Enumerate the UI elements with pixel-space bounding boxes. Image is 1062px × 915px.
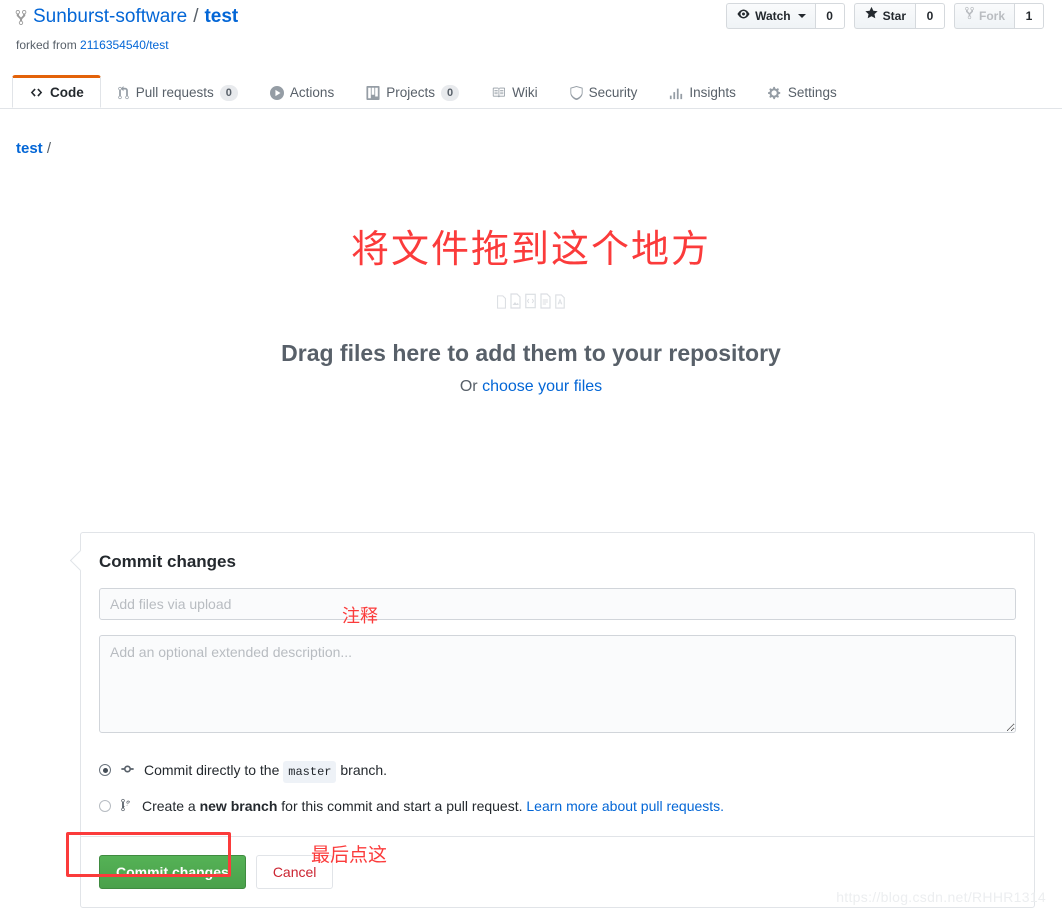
- learn-more-pull-requests-link[interactable]: Learn more about pull requests.: [526, 798, 724, 814]
- commit-branch-prefix: Create a: [142, 798, 200, 814]
- repo-social-actions: Watch 0 Star 0 Fork 1: [726, 3, 1044, 29]
- commit-changes-panel: Commit changes Commit directly to the ma…: [80, 532, 1035, 908]
- tab-projects-count: 0: [440, 84, 460, 101]
- fork-button[interactable]: Fork: [953, 3, 1014, 29]
- commit-direct-prefix: Commit directly to the: [144, 762, 284, 778]
- forked-from-link[interactable]: 2116354540/test: [80, 38, 169, 52]
- star-button[interactable]: Star: [853, 3, 915, 29]
- git-commit-icon: [120, 762, 135, 776]
- file-pdf-icon: [554, 294, 566, 314]
- watch-label: Watch: [755, 9, 791, 23]
- project-board-icon: [366, 85, 380, 100]
- commit-option-new-branch[interactable]: Create a new branch for this commit and …: [99, 796, 1016, 816]
- fork-button-group: Fork 1: [953, 3, 1044, 29]
- commit-panel-heading: Commit changes: [99, 552, 236, 571]
- commit-description-textarea[interactable]: [99, 635, 1016, 733]
- star-label: Star: [882, 9, 906, 23]
- commit-option-direct-text: Commit directly to the master branch.: [144, 760, 387, 783]
- repo-title: Sunburst-software / test: [14, 5, 238, 29]
- repo-nav: Code Pull requests 0 Actions Projects 0 …: [0, 75, 1062, 109]
- dropzone-subtitle: Or choose your files: [0, 378, 1062, 396]
- commit-direct-suffix: branch.: [336, 762, 388, 778]
- tab-security[interactable]: Security: [554, 76, 654, 109]
- tab-projects[interactable]: Projects 0: [350, 76, 475, 109]
- tab-wiki[interactable]: Wiki: [475, 76, 554, 109]
- tab-pull-requests-count: 0: [219, 84, 238, 101]
- tab-insights[interactable]: Insights: [653, 76, 752, 109]
- star-count[interactable]: 0: [914, 3, 945, 29]
- tab-settings-label: Settings: [787, 85, 837, 100]
- choose-your-files-link[interactable]: choose your files: [482, 378, 602, 395]
- file-code-icon: [524, 293, 537, 314]
- forked-from: forked from 2116354540/test: [16, 37, 169, 53]
- dropzone-or-text: Or: [459, 378, 483, 395]
- annotation-click-last: 最后点这: [311, 845, 388, 866]
- tab-settings[interactable]: Settings: [752, 76, 853, 109]
- play-icon: [269, 85, 284, 100]
- repo-name-link[interactable]: test: [204, 5, 238, 29]
- commit-changes-button[interactable]: Commit changes: [99, 855, 246, 889]
- watermark: https://blog.csdn.net/RHHR1314: [836, 889, 1046, 905]
- github-upload-page: Sunburst-software / test forked from 211…: [0, 0, 1062, 915]
- tab-pull-requests-label: Pull requests: [135, 85, 214, 100]
- commit-branch-bold: new branch: [199, 798, 278, 814]
- tab-wiki-label: Wiki: [512, 85, 538, 100]
- annotation-drag-files-here: 将文件拖到这个地方: [350, 229, 711, 271]
- tab-code[interactable]: Code: [12, 75, 101, 108]
- git-branch-icon: [120, 798, 133, 812]
- fork-label: Fork: [978, 9, 1005, 23]
- tab-insights-label: Insights: [689, 85, 736, 100]
- repo-owner-link[interactable]: Sunburst-software: [33, 5, 187, 29]
- commit-branch-suffix: for this commit and start a pull request…: [277, 798, 527, 814]
- watch-button-group: Watch 0: [726, 3, 845, 29]
- file-type-icons: [0, 293, 1062, 314]
- eye-icon: [736, 4, 751, 28]
- forked-from-label: forked from: [16, 38, 77, 52]
- tab-pull-requests[interactable]: Pull requests 0: [101, 76, 254, 109]
- file-media-icon: [509, 293, 522, 314]
- commit-option-direct[interactable]: Commit directly to the master branch.: [99, 760, 1016, 783]
- breadcrumb: test /: [16, 140, 51, 157]
- star-button-group: Star 0: [853, 3, 945, 29]
- graph-icon: [669, 86, 683, 100]
- file-dropzone[interactable]: 将文件拖到这个地方 Drag files here to add them to…: [0, 225, 1062, 396]
- file-icon: [496, 295, 507, 314]
- gear-icon: [767, 86, 782, 100]
- repo-title-separator: /: [193, 6, 199, 27]
- tab-actions-label: Actions: [289, 85, 335, 100]
- tab-actions[interactable]: Actions: [254, 76, 350, 109]
- fork-count[interactable]: 1: [1014, 3, 1044, 29]
- fork-icon: [964, 4, 975, 28]
- code-icon: [29, 86, 44, 99]
- dropzone-title: Drag files here to add them to your repo…: [281, 340, 781, 366]
- repo-header: Sunburst-software / test forked from 211…: [0, 0, 1062, 70]
- radio-create-new-branch[interactable]: [99, 800, 111, 812]
- commit-summary-input[interactable]: [99, 588, 1016, 620]
- file-text-icon: [539, 293, 552, 314]
- tab-projects-label: Projects: [386, 85, 435, 100]
- book-icon: [491, 86, 506, 99]
- breadcrumb-separator: /: [46, 140, 52, 157]
- branch-name-chip: master: [283, 761, 337, 783]
- watch-button[interactable]: Watch: [726, 3, 815, 29]
- pull-request-icon: [117, 85, 130, 100]
- tab-security-label: Security: [588, 85, 638, 100]
- chevron-down-icon: [797, 14, 806, 18]
- star-icon: [864, 4, 879, 28]
- commit-option-branch-text: Create a new branch for this commit and …: [142, 796, 724, 816]
- tab-code-label: Code: [50, 85, 84, 100]
- repo-fork-icon: [14, 9, 28, 26]
- annotation-commit-message: 注释: [342, 606, 378, 626]
- radio-commit-directly[interactable]: [99, 764, 111, 776]
- breadcrumb-root-link[interactable]: test: [16, 140, 43, 157]
- watch-count[interactable]: 0: [814, 3, 845, 29]
- shield-icon: [569, 85, 583, 100]
